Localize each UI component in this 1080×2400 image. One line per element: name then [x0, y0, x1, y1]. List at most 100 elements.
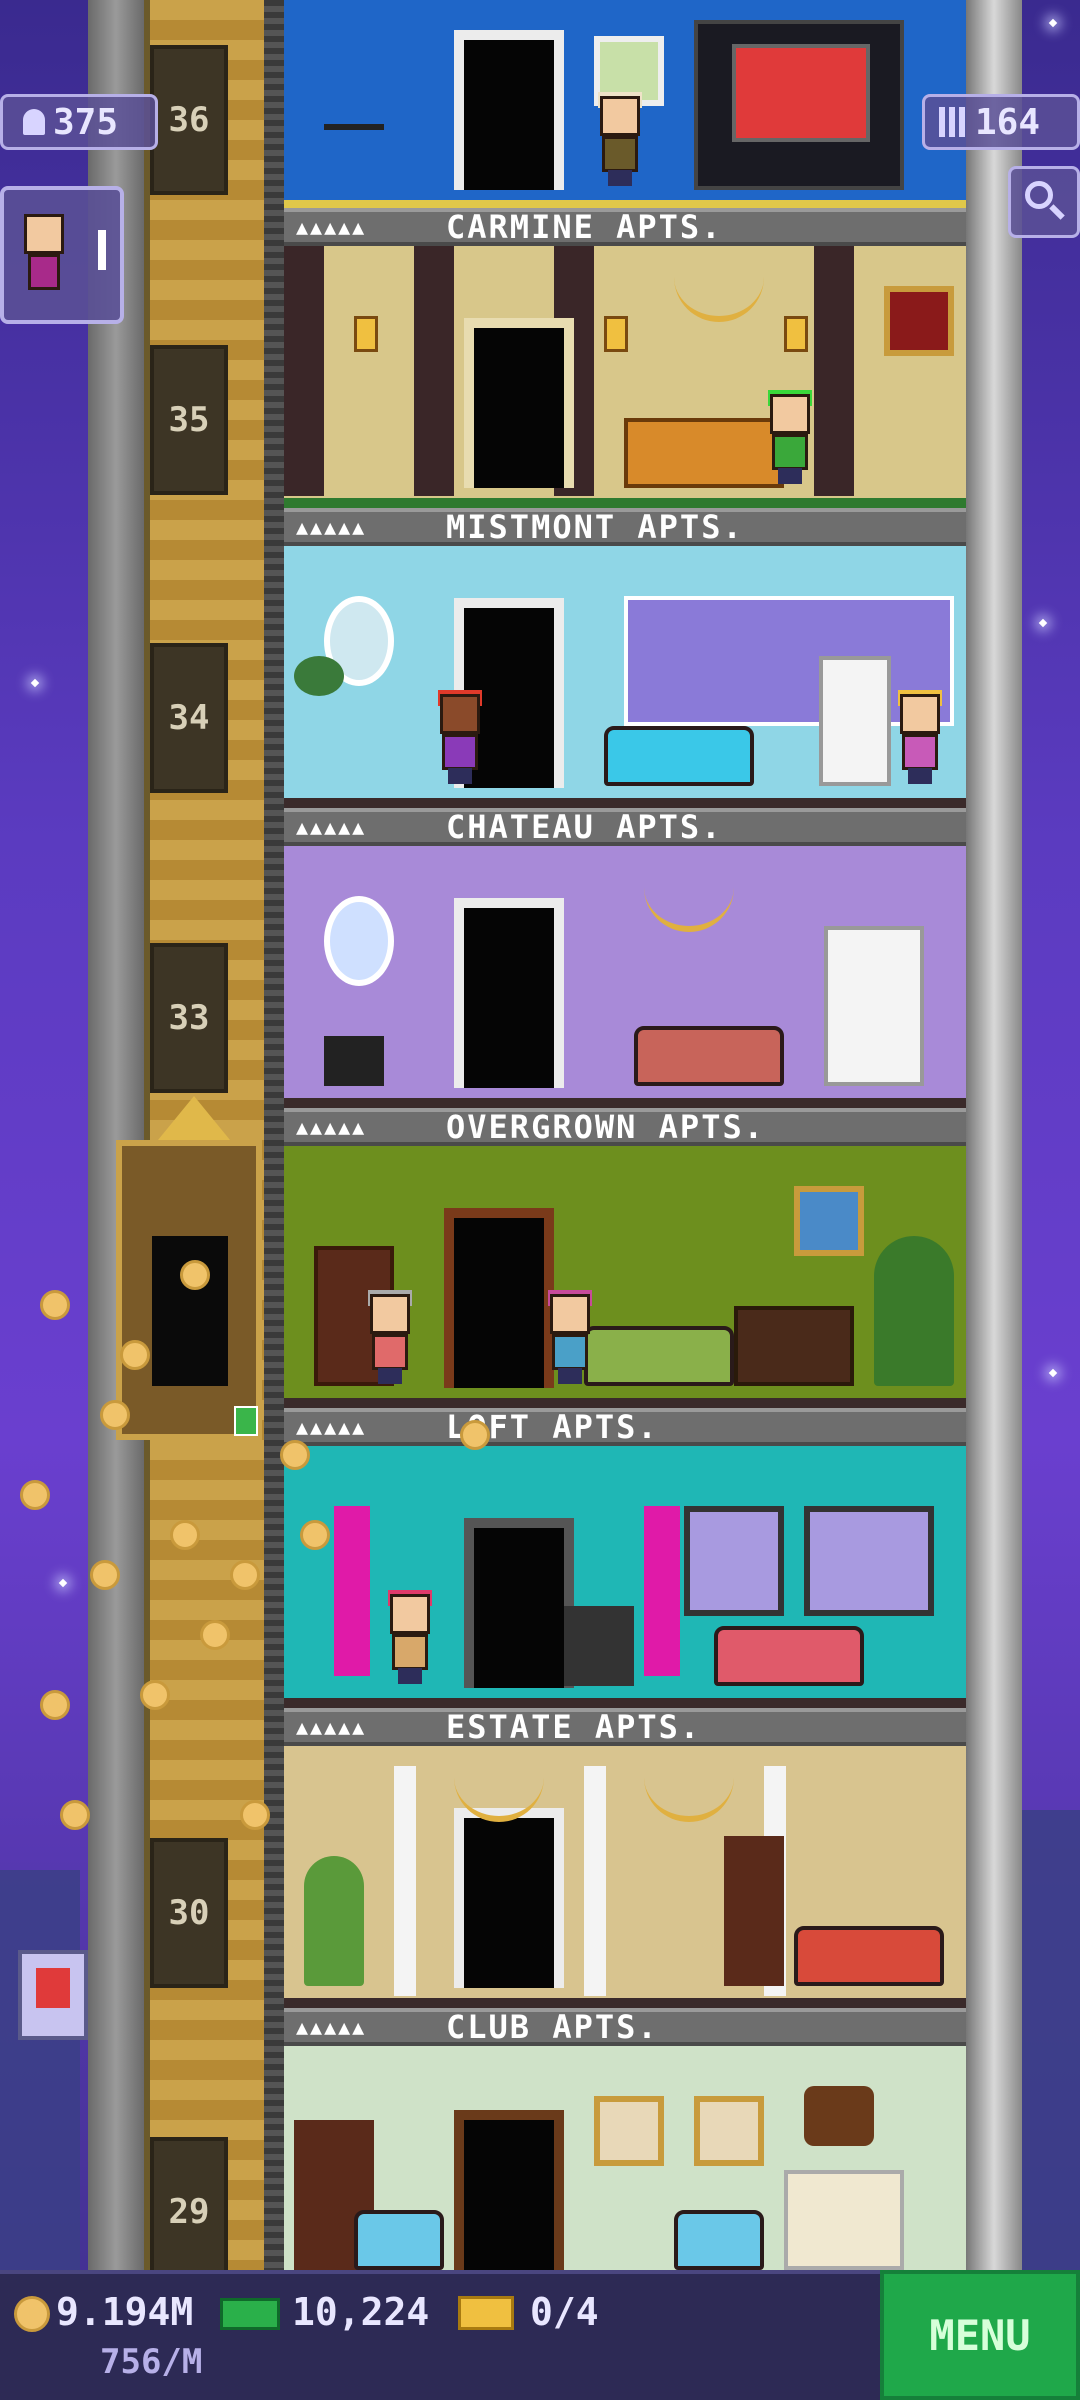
star-rating-icon: ▲▲▲▲▲ [296, 815, 367, 839]
star-rating-icon: ▲▲▲▲▲ [296, 515, 367, 539]
star-rating-icon: ▲▲▲▲▲ [296, 1415, 367, 1439]
floor-sign-estate[interactable]: ▲▲▲▲▲ ESTATE APTS. [284, 1708, 966, 1746]
coin-particle [40, 1290, 70, 1320]
floor-name: ESTATE APTS. [446, 1708, 702, 1746]
star-decoration [1048, 18, 1058, 28]
computer-icon [564, 1606, 634, 1686]
curtain [334, 1506, 370, 1676]
tower-left-wall [88, 0, 144, 2270]
floor-loft[interactable] [284, 1446, 966, 1708]
tv-screen-icon [732, 44, 870, 142]
window [804, 1506, 934, 1616]
plant-icon [874, 1236, 954, 1386]
wall-pillar [814, 246, 854, 496]
table [324, 124, 384, 190]
coin-particle [170, 1520, 200, 1550]
elevator-button-icon[interactable] [234, 1406, 258, 1436]
coin-particle [20, 1480, 50, 1510]
coin-particle [180, 1260, 210, 1290]
coin-particle [100, 1400, 130, 1430]
floor-overgrown[interactable] [284, 1146, 966, 1408]
chandelier-icon [674, 266, 764, 322]
coin-particle [460, 1420, 490, 1450]
floor-sign-carmine[interactable]: ▲▲▲▲▲ CARMINE APTS. [284, 208, 966, 246]
apartment-door [464, 1518, 574, 1688]
floor-sign-chateau[interactable]: ▲▲▲▲▲ CHATEAU APTS. [284, 808, 966, 846]
floor-number-36: 36 [150, 45, 228, 195]
elevator-car[interactable] [116, 1096, 262, 1440]
floor-number-34: 34 [150, 643, 228, 793]
floors-counter[interactable]: 164 [922, 94, 1080, 150]
armchair [674, 2210, 764, 2270]
ticket-icon [458, 2296, 514, 2330]
chandelier-icon [644, 876, 734, 932]
mirror-icon [324, 896, 394, 986]
floor-name: MISTMONT APTS. [446, 508, 744, 546]
star-decoration [1048, 1368, 1058, 1378]
resident[interactable] [544, 1290, 596, 1384]
magnifier-icon [1025, 181, 1053, 209]
floor-carmine[interactable] [284, 0, 966, 208]
armchair [354, 2210, 444, 2270]
floor-number-33: 33 [150, 943, 228, 1093]
avatar [24, 214, 64, 254]
coin-particle [120, 1340, 150, 1370]
person-icon [23, 109, 45, 135]
search-button[interactable] [1008, 166, 1080, 238]
floor-sign-overgrown[interactable]: ▲▲▲▲▲ OVERGROWN APTS. [284, 1108, 966, 1146]
window [684, 1506, 784, 1616]
wall-lamp-icon [784, 316, 808, 352]
floor-name: OVERGROWN APTS. [446, 1108, 765, 1146]
portrait-icon [594, 2096, 664, 2166]
floor-club[interactable] [284, 2046, 966, 2270]
floor-name: CARMINE APTS. [446, 208, 723, 246]
resident-portrait-button[interactable] [0, 186, 124, 324]
floor-sign-club[interactable]: ▲▲▲▲▲ CLUB APTS. [284, 2008, 966, 2046]
wall-lamp-icon [604, 316, 628, 352]
painting-icon [884, 286, 954, 356]
plant-icon [304, 1856, 364, 1986]
resident[interactable] [364, 1290, 416, 1384]
food-notification-button[interactable] [18, 1950, 88, 2040]
coin-particle [230, 1560, 260, 1590]
wall-lamp-icon [354, 316, 378, 352]
floor-mistmont[interactable] [284, 246, 966, 508]
resident[interactable] [434, 690, 486, 784]
bed [624, 418, 784, 488]
star-decoration [58, 1578, 68, 1588]
resident[interactable] [764, 390, 816, 484]
coin-particle [140, 1680, 170, 1710]
wall-pillar [414, 246, 454, 496]
floor-purple[interactable] [284, 846, 966, 1108]
apartment-door [454, 2110, 564, 2270]
alert-icon [98, 230, 106, 270]
floor-estate[interactable] [284, 1746, 966, 2008]
floor-sign-loft[interactable]: ▲▲▲▲▲ LOFT APTS. [284, 1408, 966, 1446]
resident[interactable] [384, 1590, 436, 1684]
floors-value: 164 [975, 101, 1041, 143]
star-rating-icon: ▲▲▲▲▲ [296, 1115, 367, 1139]
wall-pillar [284, 246, 324, 496]
coin-particle [40, 1690, 70, 1720]
tickets-value: 0/4 [530, 2290, 599, 2334]
floor-chateau[interactable] [284, 546, 966, 808]
apartment-door [454, 1808, 564, 1988]
menu-button[interactable]: MENU [880, 2270, 1080, 2400]
coin-particle [90, 1560, 120, 1590]
coin-particle [240, 1800, 270, 1830]
tower-right-wall [966, 0, 1022, 2270]
sofa [714, 1626, 864, 1686]
resident[interactable] [594, 92, 646, 186]
resident[interactable] [894, 690, 946, 784]
population-counter[interactable]: 375 [0, 94, 158, 150]
portrait-icon [694, 2096, 764, 2166]
building-icon [939, 107, 965, 137]
coin-particle [60, 1800, 90, 1830]
tv-cabinet [694, 20, 904, 190]
star-rating-icon: ▲▲▲▲▲ [296, 2015, 367, 2039]
painting-icon [794, 1186, 864, 1256]
apartment-door [454, 30, 564, 190]
floor-sign-mistmont[interactable]: ▲▲▲▲▲ MISTMONT APTS. [284, 508, 966, 546]
phone-icon [324, 1036, 384, 1086]
hanging-plant-icon [294, 656, 344, 696]
